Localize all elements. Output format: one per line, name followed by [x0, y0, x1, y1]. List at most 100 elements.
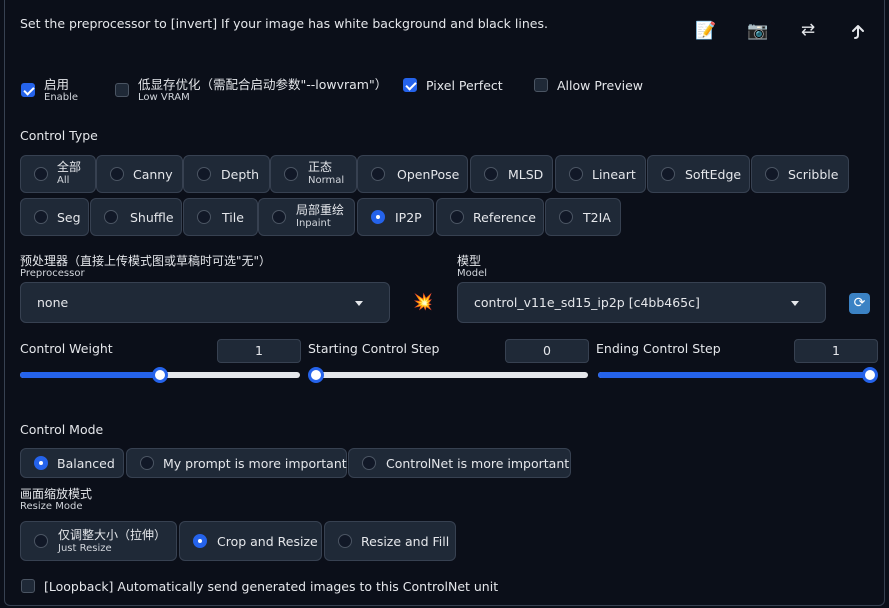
option-label: Balanced — [57, 456, 115, 471]
ending-step-label: Ending Control Step — [596, 341, 721, 356]
model-value: control_v11e_sd15_ip2p [c4bb465c] — [474, 295, 700, 310]
option-sub: Inpaint — [296, 218, 331, 229]
control-mode-controlnet[interactable]: ControlNet is more important — [348, 448, 571, 478]
allow-preview-label: Allow Preview — [557, 78, 643, 93]
option-label: T2IA — [583, 210, 611, 225]
option-sub: Just Resize — [58, 543, 112, 554]
control-mode-prompt[interactable]: My prompt is more important — [126, 448, 347, 478]
loopback-label: [Loopback] Automatically send generated … — [44, 579, 499, 594]
slider-thumb[interactable] — [862, 367, 878, 383]
control-type-seg[interactable]: Seg — [20, 198, 89, 236]
preprocessor-label-sub: Preprocessor — [20, 268, 85, 279]
control-weight-label: Control Weight — [20, 341, 113, 356]
explosion-icon[interactable]: 💥 — [413, 292, 433, 311]
resize-mode-label: 画面缩放模式 Resize Mode — [20, 487, 93, 513]
starting-step-input[interactable]: 0 — [505, 339, 589, 363]
edit-icon[interactable]: 📝 — [693, 21, 719, 41]
model-label: 模型 Model — [457, 254, 488, 280]
resize-mode-just-resize[interactable]: 仅调整大小（拉伸） Just Resize — [20, 521, 177, 561]
ending-step-slider[interactable] — [598, 367, 878, 383]
control-type-tile[interactable]: Tile — [183, 198, 258, 236]
loopback-checkbox[interactable] — [21, 579, 35, 597]
option-label: Reference — [473, 210, 536, 225]
refresh-icon[interactable]: ⟳ — [849, 293, 870, 314]
option-sub: Normal — [308, 175, 345, 186]
option-label: Depth — [221, 167, 260, 182]
option-label: 仅调整大小（拉伸） — [58, 528, 167, 542]
low-vram-checkbox[interactable] — [115, 83, 129, 101]
send-up-icon[interactable] — [845, 24, 871, 40]
enable-label-main: 启用 — [44, 77, 70, 92]
control-type-depth[interactable]: Depth — [183, 155, 270, 193]
option-label: IP2P — [395, 210, 422, 225]
control-type-reference[interactable]: Reference — [436, 198, 544, 236]
resize-mode-crop-and-resize[interactable]: Crop and Resize — [179, 521, 322, 561]
control-type-label: Control Type — [20, 128, 98, 143]
control-weight-input[interactable]: 1 — [217, 339, 301, 363]
model-label-sub: Model — [457, 268, 488, 279]
low-vram-label-sub: Low VRAM — [138, 92, 190, 103]
option-label: Shuffle — [130, 210, 174, 225]
preprocessor-label-main: 预处理器（直接上传模式图或草稿时可选"无"） — [20, 254, 272, 268]
control-type-inpaint[interactable]: 局部重绘 Inpaint — [258, 198, 355, 236]
control-type-shuffle[interactable]: Shuffle — [90, 198, 182, 236]
camera-icon[interactable]: 📷 — [745, 21, 771, 41]
preprocessor-value: none — [37, 295, 69, 310]
control-type-ip2p[interactable]: IP2P — [357, 198, 434, 236]
option-label: ControlNet is more important — [386, 456, 570, 471]
pixel-perfect-checkbox[interactable] — [403, 78, 417, 96]
slider-fill — [598, 372, 870, 378]
resize-mode-label-main: 画面缩放模式 — [20, 487, 93, 501]
starting-step-label: Starting Control Step — [308, 341, 440, 356]
control-type-lineart[interactable]: Lineart — [555, 155, 646, 193]
control-mode-balanced[interactable]: Balanced — [20, 448, 124, 478]
option-label: 正态 — [308, 160, 333, 174]
control-type-mlsd[interactable]: MLSD — [470, 155, 553, 193]
hint-text: Set the preprocessor to [invert] If your… — [20, 16, 548, 31]
model-select[interactable]: control_v11e_sd15_ip2p [c4bb465c] — [457, 282, 826, 323]
control-type-scribble[interactable]: Scribble — [751, 155, 849, 193]
slider-thumb[interactable] — [152, 367, 168, 383]
slider-thumb[interactable] — [308, 367, 324, 383]
allow-preview-checkbox[interactable] — [534, 78, 548, 96]
control-type-normal[interactable]: 正态 Normal — [270, 155, 357, 193]
option-label: MLSD — [508, 167, 544, 182]
option-label: OpenPose — [397, 167, 460, 182]
swap-icon[interactable]: ⇄ — [795, 20, 821, 40]
option-label: My prompt is more important — [163, 456, 347, 471]
option-sub: All — [57, 175, 70, 186]
option-label: Seg — [57, 210, 81, 225]
option-label: Canny — [133, 167, 173, 182]
option-label: Scribble — [788, 167, 839, 182]
preprocessor-label: 预处理器（直接上传模式图或草稿时可选"无"） Preprocessor — [20, 254, 272, 280]
option-label: Crop and Resize — [217, 534, 318, 549]
control-type-softedge[interactable]: SoftEdge — [647, 155, 750, 193]
option-label: Resize and Fill — [361, 534, 450, 549]
chevron-down-icon — [355, 301, 363, 306]
control-type-canny[interactable]: Canny — [96, 155, 183, 193]
option-label: 全部 — [57, 160, 82, 174]
enable-checkbox[interactable] — [21, 83, 35, 101]
resize-mode-label-sub: Resize Mode — [20, 501, 83, 512]
ending-step-input[interactable]: 1 — [794, 339, 878, 363]
low-vram-label: 低显存优化（需配合启动参数"--lowvram"） Low VRAM — [138, 77, 388, 104]
control-mode-label: Control Mode — [20, 422, 104, 437]
enable-label: 启用 Enable — [44, 77, 79, 104]
low-vram-label-main: 低显存优化（需配合启动参数"--lowvram"） — [138, 77, 388, 92]
preprocessor-select[interactable]: none — [20, 282, 390, 323]
control-type-openpose[interactable]: OpenPose — [357, 155, 468, 193]
control-type-all[interactable]: 全部 All — [20, 155, 96, 193]
slider-fill — [20, 372, 160, 378]
control-weight-slider[interactable] — [20, 367, 300, 383]
option-label: 局部重绘 — [296, 203, 345, 217]
chevron-down-icon — [791, 301, 799, 306]
option-label: Lineart — [592, 167, 636, 182]
pixel-perfect-label: Pixel Perfect — [426, 78, 503, 93]
enable-label-sub: Enable — [44, 92, 79, 103]
resize-mode-resize-and-fill[interactable]: Resize and Fill — [324, 521, 456, 561]
option-label: SoftEdge — [685, 167, 742, 182]
control-type-t2ia[interactable]: T2IA — [545, 198, 621, 236]
model-label-main: 模型 — [457, 254, 482, 268]
starting-step-slider[interactable] — [308, 367, 588, 383]
option-label: Tile — [222, 210, 244, 225]
